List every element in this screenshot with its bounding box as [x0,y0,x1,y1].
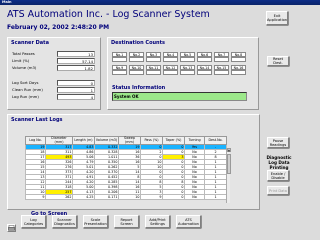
clean-run-value: 1 [57,87,95,93]
volume-value: 1.82 [57,65,95,71]
app-title: ATS Automation Inc. - Log Scanner System [7,9,210,20]
scale-presentation-button[interactable]: Scale Presentation [83,215,108,228]
scanner-diagnostics-button[interactable]: Scanner Diagnostics [52,215,77,228]
log-cell: 1 [204,194,227,200]
exit-application-button[interactable]: Exit Application [266,11,288,25]
dest-count-5 [180,57,195,62]
log-run-label: Log Run (mm) [12,94,39,99]
log-column-header[interactable]: Log No. [25,136,46,145]
log-column-header[interactable]: Sweep (mm) [118,136,141,145]
status-information-header: Status Information [112,85,166,91]
dest-count-6 [197,57,212,62]
dest-count-8 [231,57,246,62]
log-cell: 10 [118,194,141,200]
report-screen-button[interactable]: Report Screen [114,215,139,228]
scanner-last-logs-header: Scanner Last Logs [11,117,63,123]
scroll-thumb[interactable] [227,154,231,174]
date-time: February 02, 2002 2:48:20 PM [7,24,110,31]
total-passes-value: 13 [57,51,95,57]
dest-count-2 [129,57,144,62]
log-cell: 9 [25,194,46,200]
log-categories-button[interactable]: Log Categories [21,215,46,228]
ats-automation-button[interactable]: ATS Automation [176,215,201,228]
limit-label: Limit (%) [12,58,30,63]
pause-readings-button[interactable]: Pause Readings [267,137,289,148]
dest-count-12 [163,70,178,75]
log-row[interactable]: 9 262 4.25 0.171 10 9 0 No 1 [25,194,227,200]
log-column-header[interactable]: Diameter (mm) [45,136,73,145]
diagnostic-log-label: Diagnostic Log Data Printing [266,155,292,170]
dest-count-13 [180,70,195,75]
print-data-button[interactable]: Print Data [267,186,289,195]
dest-count-15 [214,70,229,75]
log-cell: 262 [45,194,73,200]
log-sort-days-value: 0 [57,80,95,86]
status-message: System OK [112,92,247,101]
dest-count-11 [146,70,161,75]
reset-destination-button[interactable]: Reset Dest. [267,56,289,66]
log-column-header[interactable]: Taper (%) [162,136,185,145]
log-column-header[interactable]: Pass (%) [140,136,163,145]
dest-count-7 [214,57,229,62]
log-run-value: 4 [57,94,95,100]
dest-count-10 [129,70,144,75]
log-column-header[interactable]: Dest.No. [204,136,227,145]
log-cell: No [184,194,205,200]
log-column-header[interactable]: Turning [184,136,205,145]
log-sort-days-label: Log Sort Days [12,80,39,85]
log-column-header[interactable]: Length (m) [72,136,95,145]
enable-disable-button[interactable]: Enable / Disable [267,170,289,181]
log-table-header: Log No. Diameter (mm) Length (m) Volume (m3… [25,136,227,145]
log-cell: 9 [140,194,163,200]
destination-counts-header: Destination Counts [111,40,165,46]
total-passes-label: Total Passes [12,51,35,56]
scroll-up-arrow-icon[interactable]: ▲ [227,148,231,152]
scanner-data-header: Scanner Data [11,40,49,46]
dest-count-4 [163,57,178,62]
scanner-log-table: Log No. Diameter (mm) Length (m) Volume (m3… [25,136,227,200]
dest-count-9 [112,70,127,75]
dest-count-1 [112,57,127,62]
dest-count-3 [146,57,161,62]
dest-count-16 [231,70,246,75]
log-cell: 0.171 [94,194,119,200]
log-scrollbar[interactable]: ▲ [226,148,231,203]
log-cell: 0 [162,194,185,200]
log-cell: 4.25 [72,194,95,200]
limit-value: 57.14 [57,58,95,64]
printer-icon[interactable] [7,224,16,232]
log-column-header[interactable]: Volume (m3) [94,136,119,145]
volume-label: Volume (m3) [12,65,37,70]
clean-run-label: Clean Run (mm) [12,87,43,92]
dest-count-14 [197,70,212,75]
add-print-settings-button[interactable]: Add/Print Settings [145,215,170,228]
